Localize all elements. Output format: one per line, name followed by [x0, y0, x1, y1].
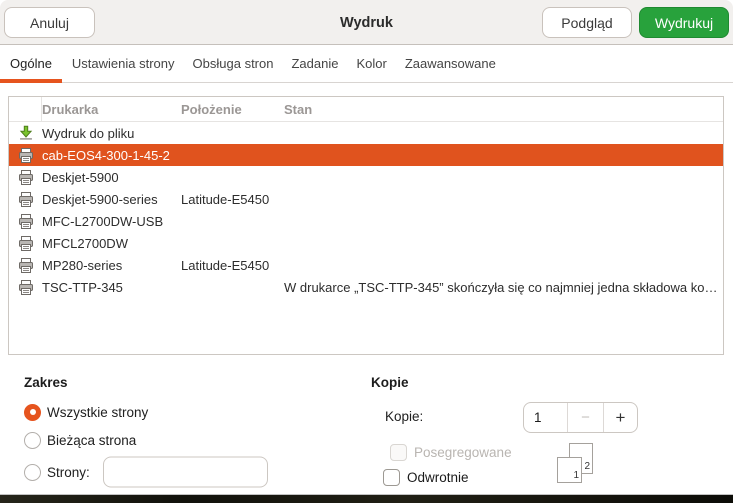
page-order-preview-front: 1: [557, 457, 582, 483]
printer-icon: [18, 236, 34, 251]
dialog-titlebar: Anuluj Wydruk Podgląd Wydrukuj: [0, 0, 733, 45]
printer-name: cab-EOS4-300-1-45-2: [42, 148, 181, 163]
printer-row[interactable]: Wydruk do pliku: [9, 122, 723, 144]
printer-icon: [9, 214, 42, 229]
page-order-preview-number: 2: [584, 462, 590, 472]
printer-row[interactable]: Deskjet-5900-seriesLatitude-E5450: [9, 188, 723, 210]
printer-status: W drukarce „TSC-TTP-345” skończyła się c…: [284, 280, 723, 295]
column-header-icon: [9, 97, 42, 121]
radio-biezaca-strona[interactable]: [24, 432, 41, 449]
tab-kolor[interactable]: Kolor: [348, 45, 394, 82]
printer-row[interactable]: MFC-L2700DW-USB: [9, 210, 723, 232]
column-header-polozenie[interactable]: Położenie: [181, 102, 284, 117]
printer-name: TSC-TTP-345: [42, 280, 181, 295]
copies-increment-button[interactable]: +: [604, 403, 637, 432]
cancel-button[interactable]: Anuluj: [4, 7, 95, 38]
tab-ustawienia-strony[interactable]: Ustawienia strony: [64, 45, 183, 82]
printer-table-header: DrukarkaPołożenieStan: [9, 97, 723, 122]
printer-icon: [9, 148, 42, 163]
radio-wszystkie-strony[interactable]: [24, 404, 41, 421]
printer-location: Latitude-E5450: [181, 192, 284, 207]
tab-zaawansowane[interactable]: Zaawansowane: [397, 45, 504, 82]
radio-label-wszystkie-strony: Wszystkie strony: [47, 405, 148, 420]
copies-stepper: 1 − +: [523, 402, 638, 433]
printer-name: MP280-series: [42, 258, 181, 273]
printer-icon: [9, 192, 42, 207]
reverse-order-label: Odwrotnie: [407, 470, 469, 485]
printer-row[interactable]: MP280-seriesLatitude-E5450: [9, 254, 723, 276]
printer-row[interactable]: cab-EOS4-300-1-45-2: [9, 144, 723, 166]
reverse-order-checkbox[interactable]: [383, 469, 400, 486]
printer-icon: [9, 236, 42, 251]
copies-value[interactable]: 1: [524, 403, 568, 432]
pages-input[interactable]: [103, 457, 268, 488]
printer-name: Deskjet-5900-series: [42, 192, 181, 207]
tab-obsluga-stron[interactable]: Obsługa stron: [185, 45, 282, 82]
printer-icon: [18, 170, 34, 185]
radio-strony[interactable]: [24, 464, 41, 481]
collate-checkbox: [390, 444, 407, 461]
printer-row[interactable]: TSC-TTP-345 W drukarce „TSC-TTP-345” skoń…: [9, 276, 723, 298]
print-button[interactable]: Wydrukuj: [639, 7, 729, 38]
page-order-preview-number: 1: [573, 471, 579, 481]
collate-label: Posegregowane: [414, 445, 512, 460]
range-section-title: Zakres: [24, 375, 68, 390]
printer-name: MFC-L2700DW-USB: [42, 214, 181, 229]
range-option-strony: Strony:: [24, 463, 90, 481]
radio-label-strony: Strony:: [47, 465, 90, 480]
column-header-drukarka[interactable]: Drukarka: [42, 102, 181, 117]
radio-label-biezaca-strona: Bieżąca strona: [47, 433, 136, 448]
printer-row[interactable]: Deskjet-5900: [9, 166, 723, 188]
copies-label: Kopie:: [385, 409, 423, 424]
printer-name: Wydruk do pliku: [42, 126, 181, 141]
printer-name: Deskjet-5900: [42, 170, 181, 185]
tab-ogolne[interactable]: Ogólne: [0, 45, 62, 82]
printer-icon: [9, 280, 42, 295]
preview-button[interactable]: Podgląd: [542, 7, 632, 38]
printer-icon: [18, 214, 34, 229]
copies-section-title: Kopie: [371, 375, 409, 390]
printer-icon: [9, 258, 42, 273]
printer-icon: [18, 148, 34, 163]
tab-bar: OgólneUstawienia stronyObsługa stronZada…: [0, 45, 733, 83]
column-header-stan[interactable]: Stan: [284, 102, 723, 117]
printer-name: MFCL2700DW: [42, 236, 181, 251]
tab-zadanie[interactable]: Zadanie: [283, 45, 346, 82]
printer-row[interactable]: MFCL2700DW: [9, 232, 723, 254]
printer-icon: [18, 192, 34, 207]
printer-table: DrukarkaPołożenieStan Wydruk do pliku cab…: [8, 96, 724, 355]
range-option-biezaca-strona: Bieżąca strona: [24, 431, 136, 449]
printer-icon: [18, 258, 34, 273]
printer-icon: [9, 170, 42, 185]
save-to-file-icon: [18, 125, 34, 141]
save-to-file-icon: [9, 125, 42, 141]
printer-location: Latitude-E5450: [181, 258, 284, 273]
printer-icon: [18, 280, 34, 295]
range-option-wszystkie-strony: Wszystkie strony: [24, 403, 148, 421]
copies-decrement-button[interactable]: −: [568, 403, 604, 432]
desktop-edge: [0, 494, 733, 503]
